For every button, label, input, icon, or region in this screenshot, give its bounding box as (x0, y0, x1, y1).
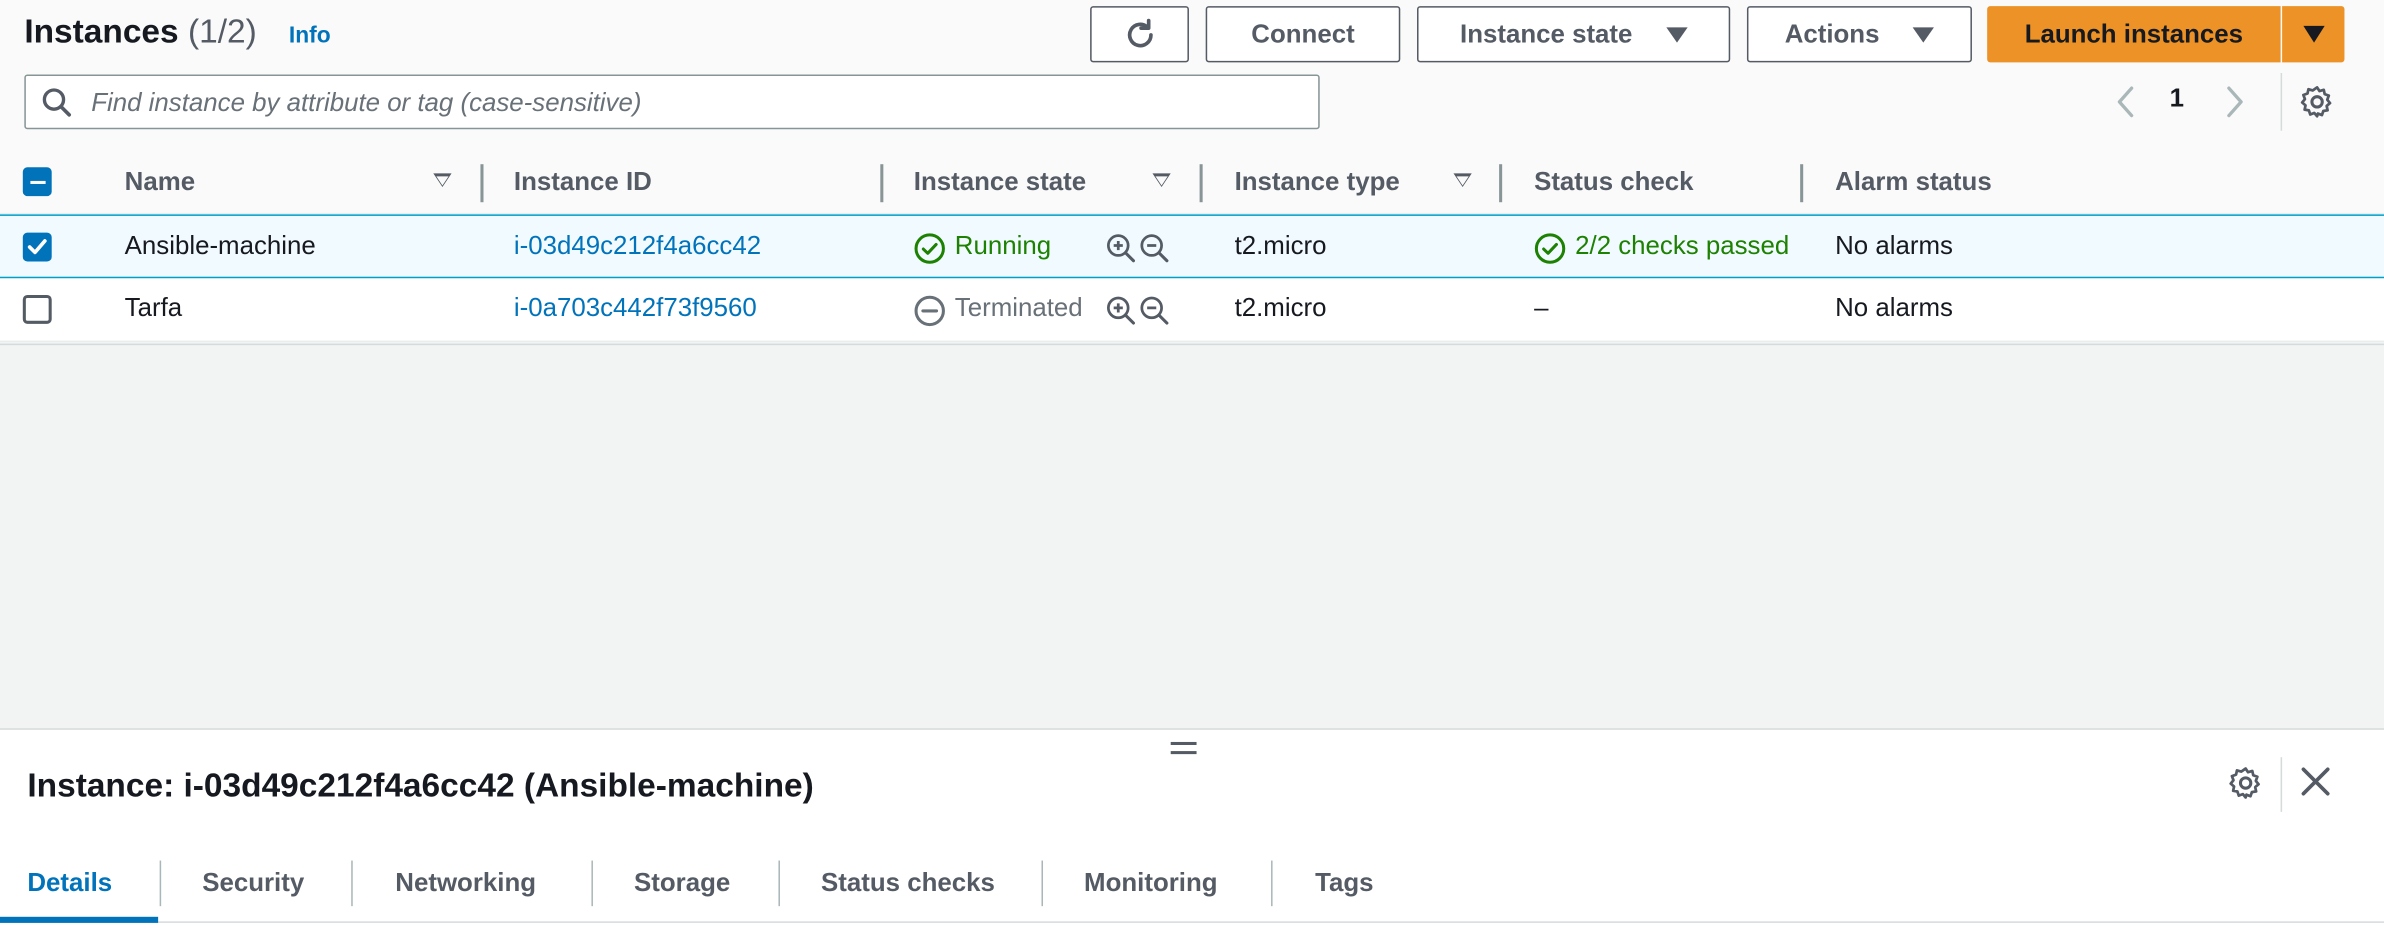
minus-icon (30, 180, 46, 184)
minus-circle-icon (914, 295, 945, 327)
instance-name: Ansible-machine (124, 231, 316, 260)
table-row[interactable]: Ansible-machine i-03d49c212f4a6cc42 Runn… (0, 214, 2384, 279)
check-circle-icon (1534, 233, 1566, 264)
caret-down-icon (1912, 26, 1935, 42)
zoom-in-icon[interactable] (1105, 295, 1135, 325)
column-header-status-check[interactable]: Status check (1534, 167, 1693, 197)
instance-type: t2.micro (1234, 293, 1327, 323)
search-input[interactable]: Find instance by attribute or tag (case-… (24, 74, 1320, 130)
column-resizer[interactable] (480, 164, 484, 203)
instance-id-link[interactable]: i-0a703c442f73f9560 (514, 293, 757, 323)
next-page-icon[interactable] (2223, 84, 2247, 120)
refresh-button[interactable] (1090, 6, 1189, 63)
table-row[interactable]: Tarfa i-0a703c442f73f9560 Terminated t2.… (0, 278, 2384, 343)
gear-icon[interactable] (2227, 765, 2263, 801)
instance-details-title: Instance: i-03d49c212f4a6cc42 (Ansible-m… (27, 766, 814, 805)
table-empty-space (0, 343, 2384, 730)
column-header-instance-state[interactable]: Instance state (914, 167, 1086, 197)
sort-icon[interactable] (1152, 173, 1171, 188)
column-header-alarm-status[interactable]: Alarm status (1835, 167, 1992, 197)
column-resizer[interactable] (880, 164, 884, 203)
tab-divider (159, 860, 162, 907)
refresh-icon (1127, 17, 1153, 47)
tab-divider (1271, 860, 1273, 907)
instance-type: t2.micro (1234, 231, 1327, 260)
select-all-checkbox[interactable] (22, 167, 52, 197)
search-icon (42, 88, 72, 117)
tab-divider (591, 860, 593, 907)
row-checkbox[interactable] (22, 232, 52, 262)
instance-id-link[interactable]: i-03d49c212f4a6cc42 (514, 231, 761, 261)
sort-icon[interactable] (1453, 173, 1472, 188)
tab-security[interactable]: Security (202, 868, 304, 898)
selection-count: (1/2) (187, 12, 257, 51)
panel-divider (2280, 757, 2283, 812)
resize-handle-icon[interactable] (1170, 741, 1197, 757)
actions-label: Actions (1784, 19, 1880, 48)
info-link[interactable]: Info (289, 23, 331, 49)
instances-toolbar: Instances (1/2) Info Connect Instance st… (0, 0, 2384, 153)
zoom-out-icon[interactable] (1139, 233, 1169, 263)
tab-divider (351, 860, 353, 907)
tab-tags[interactable]: Tags (1315, 868, 1373, 898)
check-circle-icon (914, 233, 945, 264)
alarm-status: No alarms (1835, 231, 1953, 260)
alarm-status: No alarms (1835, 293, 1953, 323)
page-title-text: Instances (24, 12, 179, 51)
instance-state-label: Instance state (1460, 19, 1633, 48)
column-resizer[interactable] (1800, 164, 1804, 203)
pager-divider (2280, 72, 2283, 131)
column-header-instance-id[interactable]: Instance ID (514, 167, 652, 197)
close-icon[interactable] (2299, 765, 2332, 798)
gear-icon[interactable] (2299, 84, 2335, 120)
tab-networking[interactable]: Networking (395, 868, 536, 898)
launch-instances-dropdown[interactable] (2282, 6, 2345, 63)
details-tabs: Details Security Networking Storage Stat… (0, 845, 2384, 923)
current-page-number[interactable]: 1 (2170, 84, 2184, 114)
connect-label: Connect (1251, 19, 1355, 48)
column-resizer[interactable] (1199, 164, 1203, 203)
column-header-instance-type[interactable]: Instance type (1235, 167, 1400, 197)
status-check: 2/2 checks passed (1575, 231, 1790, 260)
row-checkbox[interactable] (22, 294, 52, 324)
launch-instances-label: Launch instances (2024, 19, 2244, 48)
tab-divider (778, 860, 780, 907)
column-header-name[interactable]: Name (125, 167, 195, 197)
previous-page-icon[interactable] (2113, 84, 2137, 120)
caret-down-icon (2302, 25, 2324, 43)
tab-divider (1041, 860, 1043, 907)
instance-state: Terminated (954, 293, 1083, 323)
sort-icon[interactable] (433, 173, 452, 188)
launch-instances-button[interactable]: Launch instances (1987, 6, 2281, 63)
status-check: – (1534, 293, 1549, 323)
connect-button[interactable]: Connect (1205, 6, 1401, 63)
checkmark-icon (27, 239, 47, 255)
tab-status-checks[interactable]: Status checks (821, 868, 995, 898)
instance-state: Running (954, 231, 1052, 260)
instances-table: Name Instance ID Instance state Instance… (0, 152, 2384, 343)
instance-name: Tarfa (124, 293, 183, 323)
active-tab-indicator (0, 916, 159, 923)
zoom-in-icon[interactable] (1105, 233, 1135, 263)
instance-state-dropdown[interactable]: Instance state (1417, 6, 1731, 63)
column-resizer[interactable] (1499, 164, 1503, 203)
tab-monitoring[interactable]: Monitoring (1084, 868, 1218, 898)
table-header: Name Instance ID Instance state Instance… (0, 152, 2384, 215)
search-placeholder: Find instance by attribute or tag (case-… (91, 88, 642, 118)
caret-down-icon (1665, 26, 1688, 42)
tab-details[interactable]: Details (27, 868, 112, 898)
actions-dropdown[interactable]: Actions (1746, 6, 1972, 63)
zoom-out-icon[interactable] (1139, 295, 1169, 325)
instance-details-panel: Instance: i-03d49c212f4a6cc42 (Ansible-m… (0, 728, 2384, 944)
page-title: Instances (1/2) (24, 12, 256, 52)
ec2-instances-console: Instances (1/2) Info Connect Instance st… (0, 0, 2384, 944)
tab-storage[interactable]: Storage (634, 868, 730, 898)
